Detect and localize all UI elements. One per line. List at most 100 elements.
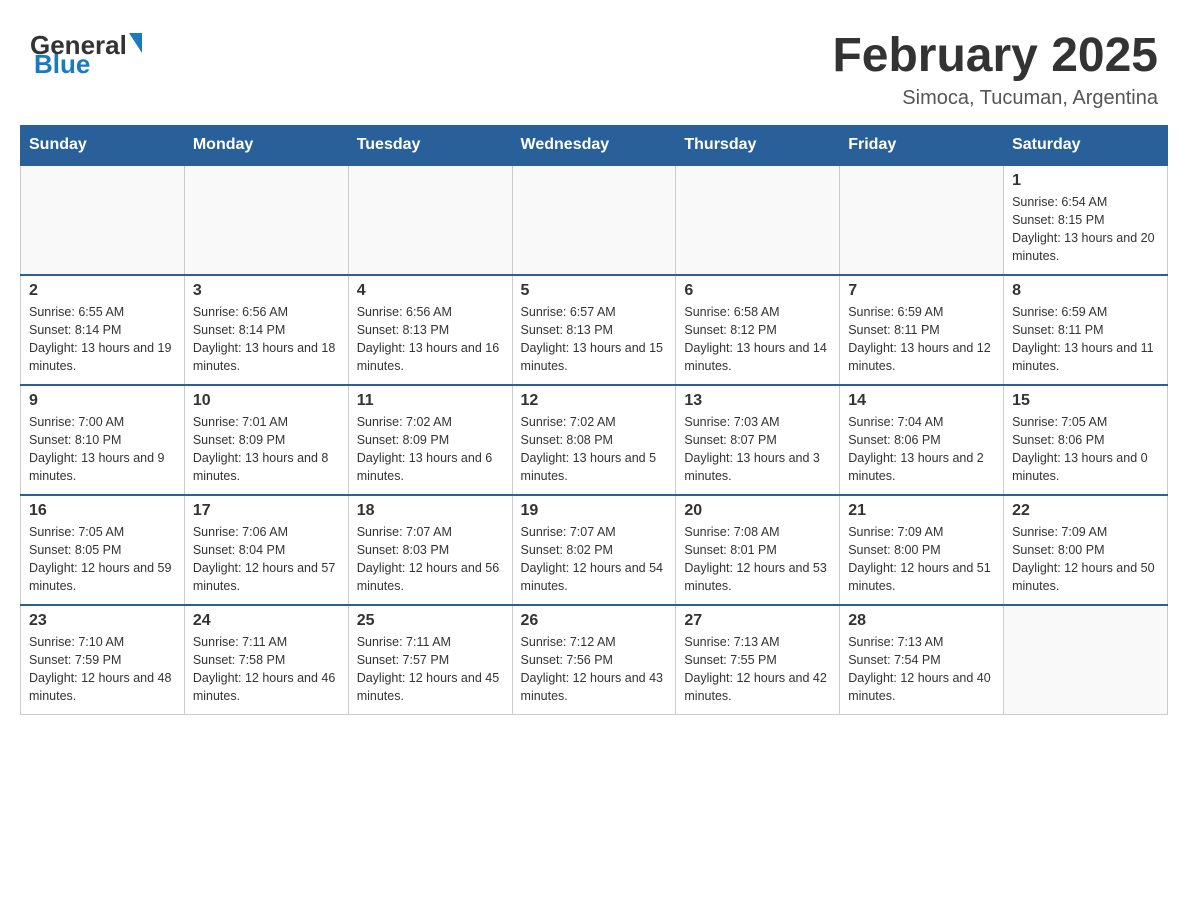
day-info: Sunrise: 6:59 AMSunset: 8:11 PMDaylight:… xyxy=(1012,303,1159,376)
day-cell: 14Sunrise: 7:04 AMSunset: 8:06 PMDayligh… xyxy=(840,385,1004,495)
day-cell: 11 Sunrise: 7:02 AMSunset: 8:09 PMDayligh… xyxy=(348,385,512,495)
day-number: 28 xyxy=(848,612,995,630)
day-info: Sunrise: 7:10 AMSunset: 7:59 PMDaylight:… xyxy=(29,633,176,706)
day-cell: 2 Sunrise: 6:55 AMSunset: 8:14 PMDaylight… xyxy=(21,275,185,385)
day-cell: 5 Sunrise: 6:57 AMSunset: 8:13 PMDaylight… xyxy=(512,275,676,385)
day-number: 23 xyxy=(29,612,176,630)
day-info: Sunrise: 7:02 AMSunset: 8:09 PMDaylight:… xyxy=(357,413,504,486)
day-info: Sunrise: 7:09 AMSunset: 8:00 PMDaylight:… xyxy=(848,523,995,596)
title-section: February 2025 Simoca, Tucuman, Argentina xyxy=(832,30,1158,110)
day-info: Sunrise: 7:07 AMSunset: 8:02 PMDaylight:… xyxy=(521,523,668,596)
day-cell: 7 Sunrise: 6:59 AMSunset: 8:11 PMDaylight… xyxy=(840,275,1004,385)
day-cell xyxy=(348,165,512,275)
day-info: Sunrise: 6:56 AMSunset: 8:14 PMDaylight:… xyxy=(193,303,340,376)
week-row-1: 1 Sunrise: 6:54 AMSunset: 8:15 PMDaylight… xyxy=(21,165,1168,275)
day-cell: 4 Sunrise: 6:56 AMSunset: 8:13 PMDaylight… xyxy=(348,275,512,385)
day-number: 24 xyxy=(193,612,340,630)
week-row-2: 2 Sunrise: 6:55 AMSunset: 8:14 PMDaylight… xyxy=(21,275,1168,385)
day-info: Sunrise: 7:01 AMSunset: 8:09 PMDaylight:… xyxy=(193,413,340,486)
day-cell xyxy=(184,165,348,275)
day-number: 3 xyxy=(193,282,340,300)
day-number: 4 xyxy=(357,282,504,300)
day-cell: 28 Sunrise: 7:13 AMSunset: 7:54 PMDayligh… xyxy=(840,605,1004,715)
day-cell: 3 Sunrise: 6:56 AMSunset: 8:14 PMDaylight… xyxy=(184,275,348,385)
day-number: 18 xyxy=(357,502,504,520)
week-row-4: 16 Sunrise: 7:05 AMSunset: 8:05 PMDayligh… xyxy=(21,495,1168,605)
day-info: Sunrise: 7:03 AMSunset: 8:07 PMDaylight:… xyxy=(684,413,831,486)
day-cell: 13 Sunrise: 7:03 AMSunset: 8:07 PMDayligh… xyxy=(676,385,840,495)
day-cell: 6 Sunrise: 6:58 AMSunset: 8:12 PMDaylight… xyxy=(676,275,840,385)
day-number: 25 xyxy=(357,612,504,630)
page-header: General Blue February 2025 Simoca, Tucum… xyxy=(20,20,1168,115)
day-number: 20 xyxy=(684,502,831,520)
logo-triangle-icon xyxy=(129,33,142,53)
header-day-monday: Monday xyxy=(184,125,348,165)
day-info: Sunrise: 7:08 AMSunset: 8:01 PMDaylight:… xyxy=(684,523,831,596)
day-number: 16 xyxy=(29,502,176,520)
day-cell: 12 Sunrise: 7:02 AMSunset: 8:08 PMDayligh… xyxy=(512,385,676,495)
day-number: 5 xyxy=(521,282,668,300)
day-info: Sunrise: 7:13 AMSunset: 7:55 PMDaylight:… xyxy=(684,633,831,706)
day-number: 14 xyxy=(848,392,995,410)
day-number: 12 xyxy=(521,392,668,410)
day-cell: 17 Sunrise: 7:06 AMSunset: 8:04 PMDayligh… xyxy=(184,495,348,605)
day-number: 10 xyxy=(193,392,340,410)
header-day-tuesday: Tuesday xyxy=(348,125,512,165)
day-info: Sunrise: 7:06 AMSunset: 8:04 PMDaylight:… xyxy=(193,523,340,596)
calendar-body: 1 Sunrise: 6:54 AMSunset: 8:15 PMDaylight… xyxy=(21,165,1168,715)
day-info: Sunrise: 7:05 AMSunset: 8:06 PMDaylight:… xyxy=(1012,413,1159,486)
day-cell: 26Sunrise: 7:12 AMSunset: 7:56 PMDayligh… xyxy=(512,605,676,715)
day-cell: 8 Sunrise: 6:59 AMSunset: 8:11 PMDaylight… xyxy=(1004,275,1168,385)
day-cell: 20 Sunrise: 7:08 AMSunset: 8:01 PMDayligh… xyxy=(676,495,840,605)
header-day-sunday: Sunday xyxy=(21,125,185,165)
day-number: 15 xyxy=(1012,392,1159,410)
day-info: Sunrise: 7:05 AMSunset: 8:05 PMDaylight:… xyxy=(29,523,176,596)
day-cell: 21Sunrise: 7:09 AMSunset: 8:00 PMDayligh… xyxy=(840,495,1004,605)
day-cell: 24 Sunrise: 7:11 AMSunset: 7:58 PMDayligh… xyxy=(184,605,348,715)
day-number: 6 xyxy=(684,282,831,300)
day-info: Sunrise: 7:11 AMSunset: 7:57 PMDaylight:… xyxy=(357,633,504,706)
day-info: Sunrise: 7:11 AMSunset: 7:58 PMDaylight:… xyxy=(193,633,340,706)
day-cell xyxy=(676,165,840,275)
day-cell: 25 Sunrise: 7:11 AMSunset: 7:57 PMDayligh… xyxy=(348,605,512,715)
day-info: Sunrise: 7:09 AMSunset: 8:00 PMDaylight:… xyxy=(1012,523,1159,596)
day-number: 1 xyxy=(1012,172,1159,190)
day-info: Sunrise: 6:59 AMSunset: 8:11 PMDaylight:… xyxy=(848,303,995,376)
day-number: 2 xyxy=(29,282,176,300)
header-day-friday: Friday xyxy=(840,125,1004,165)
day-number: 26 xyxy=(521,612,668,630)
day-info: Sunrise: 6:57 AMSunset: 8:13 PMDaylight:… xyxy=(521,303,668,376)
day-cell: 19Sunrise: 7:07 AMSunset: 8:02 PMDayligh… xyxy=(512,495,676,605)
day-number: 22 xyxy=(1012,502,1159,520)
day-cell: 10 Sunrise: 7:01 AMSunset: 8:09 PMDayligh… xyxy=(184,385,348,495)
day-cell xyxy=(840,165,1004,275)
day-number: 7 xyxy=(848,282,995,300)
header-day-thursday: Thursday xyxy=(676,125,840,165)
week-row-3: 9 Sunrise: 7:00 AMSunset: 8:10 PMDaylight… xyxy=(21,385,1168,495)
day-number: 27 xyxy=(684,612,831,630)
header-day-saturday: Saturday xyxy=(1004,125,1168,165)
day-cell: 27 Sunrise: 7:13 AMSunset: 7:55 PMDayligh… xyxy=(676,605,840,715)
day-info: Sunrise: 7:13 AMSunset: 7:54 PMDaylight:… xyxy=(848,633,995,706)
day-cell: 15 Sunrise: 7:05 AMSunset: 8:06 PMDayligh… xyxy=(1004,385,1168,495)
day-number: 9 xyxy=(29,392,176,410)
day-info: Sunrise: 6:56 AMSunset: 8:13 PMDaylight:… xyxy=(357,303,504,376)
day-info: Sunrise: 6:58 AMSunset: 8:12 PMDaylight:… xyxy=(684,303,831,376)
day-cell xyxy=(21,165,185,275)
day-info: Sunrise: 7:00 AMSunset: 8:10 PMDaylight:… xyxy=(29,413,176,486)
header-row: SundayMondayTuesdayWednesdayThursdayFrid… xyxy=(21,125,1168,165)
day-number: 13 xyxy=(684,392,831,410)
day-number: 17 xyxy=(193,502,340,520)
day-number: 11 xyxy=(357,392,504,410)
day-cell: 9 Sunrise: 7:00 AMSunset: 8:10 PMDaylight… xyxy=(21,385,185,495)
day-info: Sunrise: 6:55 AMSunset: 8:14 PMDaylight:… xyxy=(29,303,176,376)
calendar-header: SundayMondayTuesdayWednesdayThursdayFrid… xyxy=(21,125,1168,165)
day-cell: 22 Sunrise: 7:09 AMSunset: 8:00 PMDayligh… xyxy=(1004,495,1168,605)
day-number: 8 xyxy=(1012,282,1159,300)
logo-blue: Blue xyxy=(34,49,90,80)
day-cell xyxy=(1004,605,1168,715)
day-info: Sunrise: 7:07 AMSunset: 8:03 PMDaylight:… xyxy=(357,523,504,596)
header-day-wednesday: Wednesday xyxy=(512,125,676,165)
day-info: Sunrise: 7:02 AMSunset: 8:08 PMDaylight:… xyxy=(521,413,668,486)
day-info: Sunrise: 6:54 AMSunset: 8:15 PMDaylight:… xyxy=(1012,193,1159,266)
